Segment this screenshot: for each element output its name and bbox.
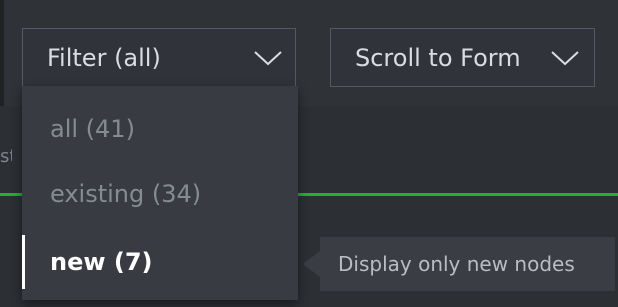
chevron-down-icon	[550, 49, 580, 67]
selected-indicator	[22, 235, 25, 289]
filter-option-existing[interactable]: existing (34)	[22, 165, 298, 223]
filter-option-label: existing (34)	[50, 180, 202, 208]
scroll-to-form-button[interactable]: Scroll to Form	[330, 28, 595, 87]
scroll-to-form-label: Scroll to Form	[355, 43, 521, 72]
app-stage: st Filter (all) Scroll to Form all (41) …	[0, 0, 618, 307]
tooltip-arrow	[303, 251, 320, 277]
toolbar-edge	[0, 0, 4, 106]
tooltip: Display only new nodes	[320, 237, 615, 291]
filter-option-label: new (7)	[50, 248, 153, 276]
filter-dropdown-menu: all (41) existing (34) new (7)	[22, 86, 298, 300]
background-partial-text: st	[0, 146, 12, 167]
filter-dropdown-label: Filter (all)	[47, 43, 161, 72]
chevron-down-icon	[253, 49, 283, 67]
filter-option-label: all (41)	[50, 115, 135, 143]
tooltip-text: Display only new nodes	[338, 252, 575, 276]
filter-dropdown-button[interactable]: Filter (all)	[22, 28, 296, 86]
filter-option-new[interactable]: new (7)	[22, 233, 298, 291]
filter-option-all[interactable]: all (41)	[22, 100, 298, 158]
